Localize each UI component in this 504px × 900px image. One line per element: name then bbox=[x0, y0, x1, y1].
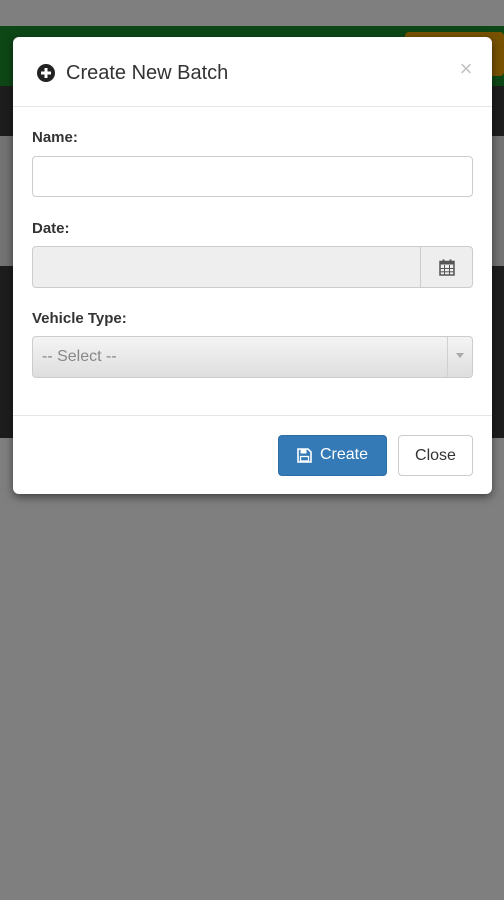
name-input[interactable] bbox=[32, 156, 473, 197]
create-batch-modal: Create New Batch × Name: Date: Vehicle T… bbox=[13, 37, 492, 494]
modal-title: Create New Batch bbox=[66, 62, 229, 84]
modal-header: Create New Batch × bbox=[13, 37, 492, 107]
app-screen: Create New Batch × Name: Date: Vehicle T… bbox=[0, 0, 504, 900]
date-input[interactable] bbox=[32, 246, 420, 288]
modal-footer: Create Close bbox=[13, 415, 492, 494]
vehicle-type-label: Vehicle Type: bbox=[32, 310, 127, 327]
close-button[interactable]: Close bbox=[398, 435, 473, 476]
vehicle-type-select[interactable]: -- Select -- bbox=[32, 336, 473, 378]
date-picker-button[interactable] bbox=[420, 246, 473, 288]
save-icon bbox=[297, 448, 312, 463]
chevron-down-icon bbox=[447, 337, 472, 377]
name-label: Name: bbox=[32, 129, 78, 146]
calendar-icon bbox=[439, 259, 455, 276]
close-icon[interactable]: × bbox=[457, 57, 475, 81]
date-label: Date: bbox=[32, 220, 70, 237]
date-input-group bbox=[32, 246, 473, 288]
plus-circle-icon bbox=[37, 64, 55, 82]
vehicle-type-selected-value: -- Select -- bbox=[42, 348, 117, 365]
create-button[interactable]: Create bbox=[278, 435, 387, 476]
create-button-label: Create bbox=[320, 446, 369, 463]
